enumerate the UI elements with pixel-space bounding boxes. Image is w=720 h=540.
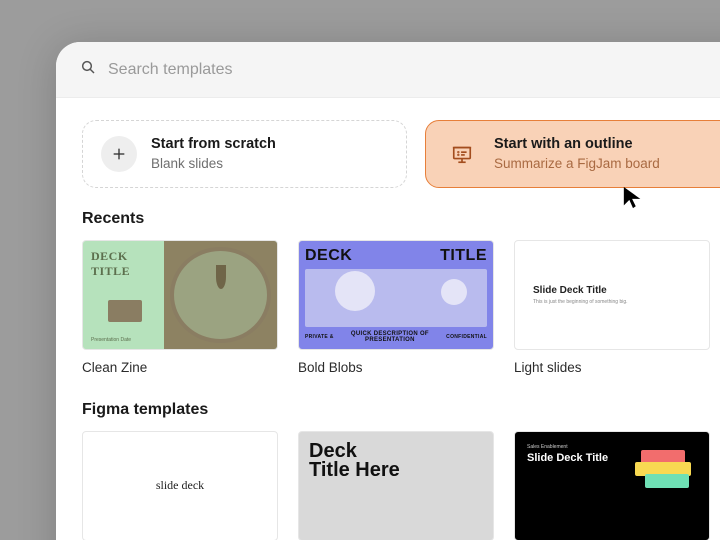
template-card[interactable]: DECK TITLE PRIVATE & QUICK DESCRIPTION O… xyxy=(298,240,494,375)
search-icon xyxy=(80,59,96,80)
thumb-sub: This is just the beginning of something … xyxy=(533,299,709,305)
template-card[interactable]: slide deck xyxy=(82,431,278,540)
presentation-icon xyxy=(444,136,480,172)
thumb-tag: PRIVATE & xyxy=(305,334,334,340)
search-bar xyxy=(56,42,720,98)
template-card[interactable]: Deck Title Here xyxy=(298,431,494,540)
recents-row: DECK TITLE Presentation Date Clean Zine … xyxy=(82,240,720,375)
start-from-scratch-card[interactable]: Start from scratch Blank slides xyxy=(82,120,407,188)
content-area: Start from scratch Blank slides Start wi… xyxy=(56,98,720,540)
template-picker-window: Start from scratch Blank slides Start wi… xyxy=(56,42,720,540)
template-name: Bold Blobs xyxy=(298,360,494,375)
thumb-right: TITLE xyxy=(440,247,487,265)
template-thumbnail: Slide Deck Title This is just the beginn… xyxy=(514,240,710,350)
template-name: Light slides xyxy=(514,360,710,375)
starter-subtitle: Summarize a FigJam board xyxy=(494,155,660,173)
starter-text: Start from scratch Blank slides xyxy=(151,135,276,173)
starter-row: Start from scratch Blank slides Start wi… xyxy=(82,120,720,188)
thumb-desc: QUICK DESCRIPTION OF PRESENTATION xyxy=(334,331,447,343)
starter-subtitle: Blank slides xyxy=(151,155,276,173)
template-card[interactable]: Slide Deck Title This is just the beginn… xyxy=(514,240,710,375)
starter-title: Start from scratch xyxy=(151,135,276,155)
plus-icon xyxy=(101,136,137,172)
thumb-footer: Presentation Date xyxy=(91,337,158,343)
figma-templates-heading: Figma templates xyxy=(82,401,720,419)
template-card[interactable]: DECK TITLE Presentation Date Clean Zine xyxy=(82,240,278,375)
start-with-outline-card[interactable]: Start with an outline Summarize a FigJam… xyxy=(425,120,720,188)
starter-title: Start with an outline xyxy=(494,135,660,155)
thumb-title: DECK TITLE xyxy=(91,249,158,279)
thumb-graphic xyxy=(635,450,699,506)
figma-row: slide deck Deck Title Here Sales Enablem… xyxy=(82,431,720,540)
search-input[interactable] xyxy=(108,61,720,79)
thumb-line1: Deck xyxy=(309,442,483,461)
template-card[interactable]: Sales Enablement Slide Deck Title xyxy=(514,431,710,540)
thumb-title: slide deck xyxy=(156,478,204,493)
template-thumbnail: Sales Enablement Slide Deck Title xyxy=(514,431,710,540)
starter-text: Start with an outline Summarize a FigJam… xyxy=(494,135,660,173)
thumb-graphic xyxy=(108,300,142,322)
template-thumbnail: Deck Title Here xyxy=(298,431,494,540)
thumb-title: Slide Deck Title xyxy=(533,285,709,296)
template-thumbnail: DECK TITLE PRIVATE & QUICK DESCRIPTION O… xyxy=(298,240,494,350)
thumb-left: DECK xyxy=(305,247,352,265)
thumb-line2: Title Here xyxy=(309,461,483,480)
thumb-graphic xyxy=(305,269,487,327)
recents-heading: Recents xyxy=(82,210,720,228)
template-thumbnail: slide deck xyxy=(82,431,278,540)
thumb-tag: CONFIDENTIAL xyxy=(446,334,487,340)
template-thumbnail: DECK TITLE Presentation Date xyxy=(82,240,278,350)
template-name: Clean Zine xyxy=(82,360,278,375)
